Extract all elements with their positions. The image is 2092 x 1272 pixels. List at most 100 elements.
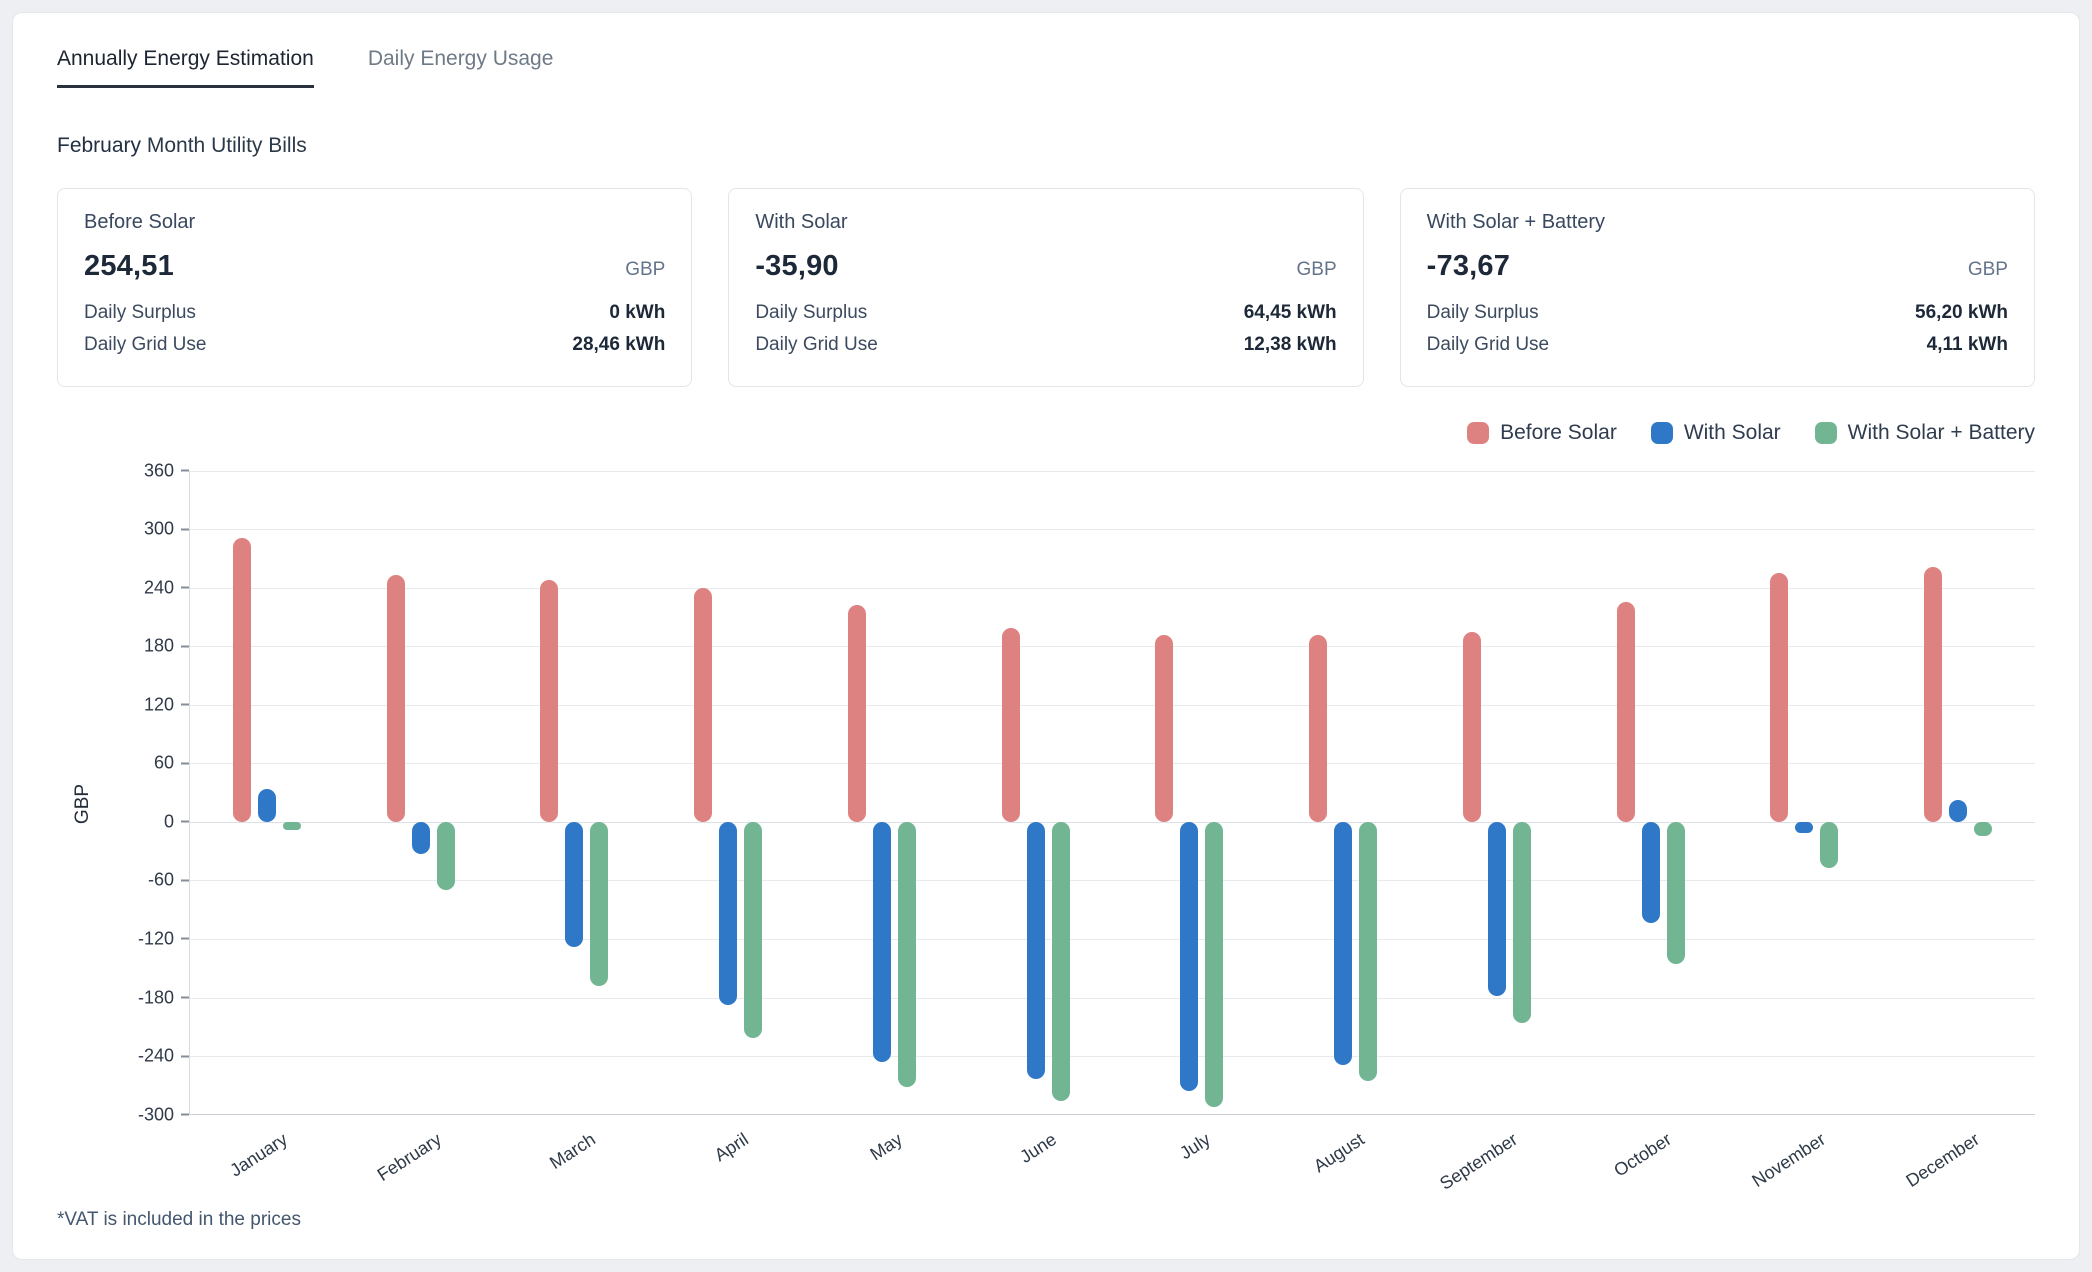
bar-with-solar-battery-november[interactable] [1820, 822, 1838, 868]
x-label-cell-may: May [804, 1119, 958, 1203]
legend-swatch-before-solar [1467, 422, 1489, 444]
bar-before-solar-january[interactable] [233, 538, 251, 822]
card-value: -73,67 [1427, 250, 1510, 283]
daily-surplus-row: Daily Surplus 0 kWh [84, 297, 665, 329]
bar-before-solar-march[interactable] [540, 580, 558, 822]
bar-with-solar-april[interactable] [719, 822, 737, 1005]
tab-daily-energy-usage[interactable]: Daily Energy Usage [368, 47, 554, 88]
row-label: Daily Grid Use [755, 329, 877, 361]
daily-grid-use-row: Daily Grid Use 4,11 kWh [1427, 329, 2008, 361]
x-tick-label: March [546, 1129, 599, 1174]
bar-before-solar-may[interactable] [848, 605, 866, 822]
x-label-cell-march: March [497, 1119, 651, 1203]
x-label-cell-november: November [1727, 1119, 1881, 1203]
bar-with-solar-battery-june[interactable] [1052, 822, 1070, 1101]
card-currency: GBP [1968, 259, 2008, 281]
bar-with-solar-september[interactable] [1488, 822, 1506, 996]
bar-chart: GBP 360300240180120600-60-120-180-240-30… [57, 471, 2035, 1203]
x-tick-label: June [1016, 1129, 1060, 1168]
legend-item-with-solar[interactable]: With Solar [1651, 421, 1781, 445]
tab-annually-energy-estimation[interactable]: Annually Energy Estimation [57, 47, 314, 88]
bar-before-solar-april[interactable] [694, 588, 712, 822]
bar-with-solar-battery-april[interactable] [744, 822, 762, 1039]
x-tick-label: August [1310, 1129, 1368, 1177]
card-with-solar-battery: With Solar + Battery -73,67 GBP Daily Su… [1400, 188, 2035, 387]
bar-with-solar-battery-september[interactable] [1513, 822, 1531, 1023]
x-tick-label: July [1176, 1129, 1214, 1164]
row-label: Daily Grid Use [84, 329, 206, 361]
x-label-cell-january: January [189, 1119, 343, 1203]
bar-with-solar-november[interactable] [1795, 822, 1813, 833]
bar-with-solar-january[interactable] [258, 789, 276, 822]
month-group-december [1881, 471, 2035, 1115]
x-tick-label: May [867, 1129, 907, 1165]
selected-month: February [57, 134, 141, 157]
bar-with-solar-may[interactable] [873, 822, 891, 1062]
row-label: Daily Surplus [84, 297, 196, 329]
bar-with-solar-august[interactable] [1334, 822, 1352, 1065]
y-tick-60: 60 [154, 753, 189, 774]
y-axis-ticks: 360300240180120600-60-120-180-240-300 [57, 471, 189, 1115]
x-tick-label: September [1437, 1129, 1522, 1195]
y-tick-300: 300 [144, 519, 189, 540]
x-tick-label: April [711, 1129, 753, 1166]
bar-before-solar-july[interactable] [1155, 635, 1173, 821]
bar-before-solar-september[interactable] [1463, 632, 1481, 822]
card-value: -35,90 [755, 250, 838, 283]
row-value: 64,45 kWh [1244, 297, 1337, 329]
month-group-june [959, 471, 1113, 1115]
month-group-january [190, 471, 344, 1115]
month-group-april [651, 471, 805, 1115]
x-tick-label: February [373, 1129, 445, 1186]
plot-area [189, 471, 2035, 1115]
y-tick-120: 120 [144, 694, 189, 715]
x-label-cell-july: July [1112, 1119, 1266, 1203]
bar-with-solar-battery-may[interactable] [898, 822, 916, 1087]
bar-with-solar-june[interactable] [1027, 822, 1045, 1080]
month-group-february [344, 471, 498, 1115]
vat-footnote: *VAT is included in the prices [57, 1209, 2035, 1231]
legend-label: With Solar + Battery [1848, 421, 2035, 445]
row-value: 28,46 kWh [572, 329, 665, 361]
y-tick--300: -300 [138, 1104, 189, 1125]
bar-before-solar-october[interactable] [1617, 602, 1635, 822]
row-label: Daily Surplus [755, 297, 867, 329]
bar-before-solar-june[interactable] [1002, 628, 1020, 822]
month-group-october [1574, 471, 1728, 1115]
bar-with-solar-battery-march[interactable] [590, 822, 608, 986]
bars-container [190, 471, 2035, 1115]
summary-cards: Before Solar 254,51 GBP Daily Surplus 0 … [57, 188, 2035, 387]
legend-swatch-with-solar [1651, 422, 1673, 444]
row-value: 4,11 kWh [1927, 329, 2008, 361]
bar-with-solar-july[interactable] [1180, 822, 1198, 1091]
bar-before-solar-february[interactable] [387, 575, 405, 822]
bar-with-solar-battery-august[interactable] [1359, 822, 1377, 1082]
month-group-may [805, 471, 959, 1115]
bar-with-solar-battery-october[interactable] [1667, 822, 1685, 964]
bar-with-solar-february[interactable] [412, 822, 430, 854]
legend-label: Before Solar [1500, 421, 1617, 445]
bar-before-solar-august[interactable] [1309, 635, 1327, 821]
bar-with-solar-december[interactable] [1949, 800, 1967, 821]
legend-swatch-with-solar-battery [1815, 422, 1837, 444]
month-group-august [1266, 471, 1420, 1115]
y-tick-240: 240 [144, 577, 189, 598]
card-currency: GBP [1297, 259, 1337, 281]
bar-before-solar-december[interactable] [1924, 567, 1942, 822]
bar-with-solar-battery-january[interactable] [283, 822, 301, 830]
bar-with-solar-march[interactable] [565, 822, 583, 947]
legend-item-before-solar[interactable]: Before Solar [1467, 421, 1617, 445]
bar-with-solar-battery-december[interactable] [1974, 822, 1992, 836]
x-axis-labels: January February March April May June July Augu… [189, 1119, 2035, 1203]
bar-before-solar-november[interactable] [1770, 573, 1788, 822]
y-tick--180: -180 [138, 987, 189, 1008]
bar-with-solar-october[interactable] [1642, 822, 1660, 923]
legend-item-with-solar-battery[interactable]: With Solar + Battery [1815, 421, 2035, 445]
card-with-solar: With Solar -35,90 GBP Daily Surplus 64,4… [728, 188, 1363, 387]
card-title: With Solar + Battery [1427, 211, 2008, 234]
x-tick-label: November [1749, 1129, 1830, 1192]
page-title: February Month Utility Bills [57, 134, 2035, 158]
x-label-cell-june: June [958, 1119, 1112, 1203]
bar-with-solar-battery-july[interactable] [1205, 822, 1223, 1107]
bar-with-solar-battery-february[interactable] [437, 822, 455, 890]
